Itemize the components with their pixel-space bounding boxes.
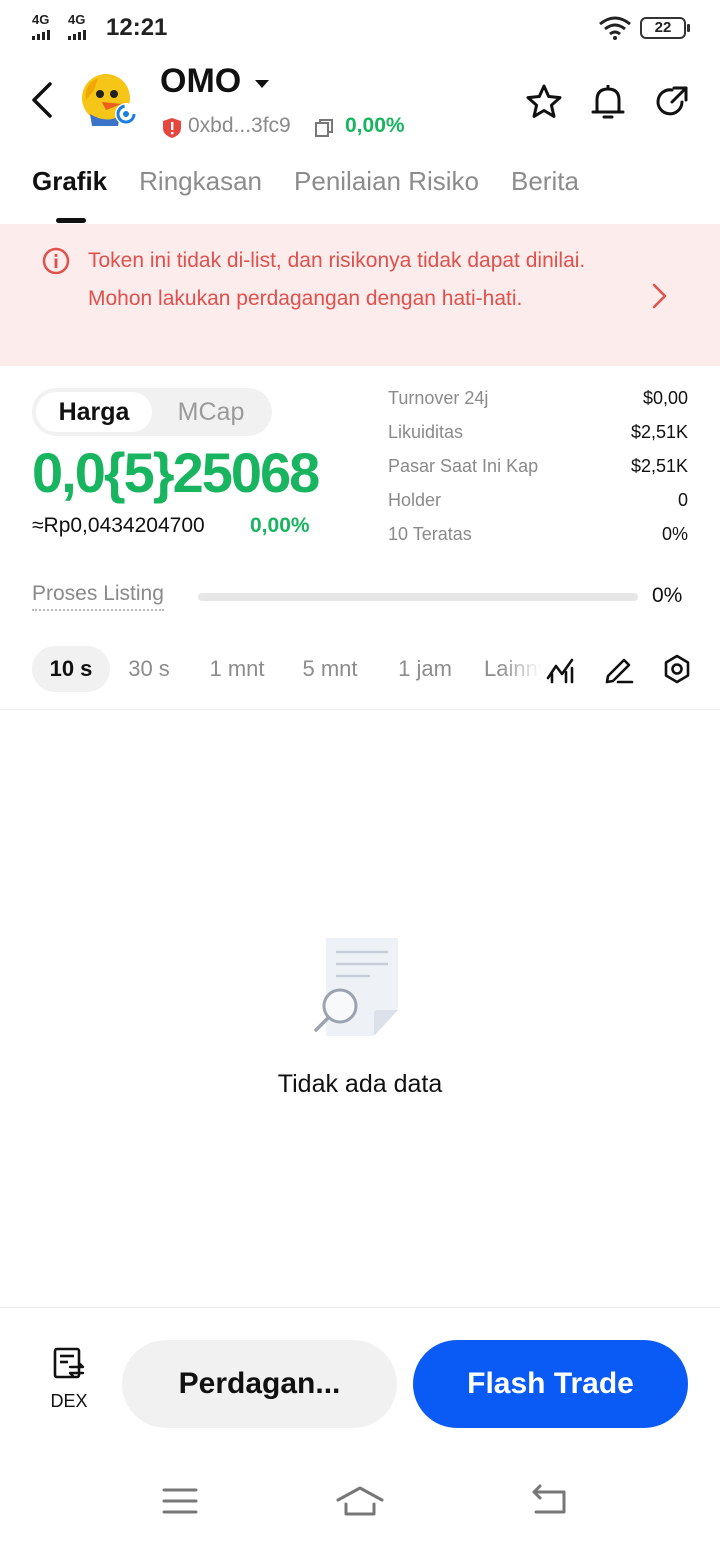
timeframe-1jam[interactable]: 1 jam (382, 646, 468, 692)
wifi-icon (599, 16, 631, 40)
listing-progress-label[interactable]: Proses Listing (32, 582, 164, 611)
dex-button[interactable]: DEX (36, 1346, 102, 1422)
price-change: 0,00% (250, 514, 310, 537)
tab-penilaian-risiko[interactable]: Penilaian Risiko (294, 166, 479, 197)
current-price: 0,0{5}25068 (32, 441, 320, 504)
star-icon[interactable] (524, 82, 564, 122)
timeframe-10s[interactable]: 10 s (32, 646, 110, 692)
signal-bars-icon (68, 30, 86, 40)
share-icon[interactable] (652, 82, 692, 122)
stat-row: Likuiditas $2,51K (388, 418, 688, 452)
stat-row: Holder 0 (388, 486, 688, 520)
empty-state-text: Tidak ada data (277, 1070, 443, 1098)
timeframe-30s[interactable]: 30 s (114, 646, 184, 692)
bottom-divider (0, 1307, 720, 1308)
network-type-1: 4G (32, 12, 50, 27)
home-icon[interactable] (336, 1476, 384, 1526)
warning-text: Token ini tidak di-list, dan risikonya t… (88, 249, 586, 310)
stat-value: 0% (661, 524, 688, 544)
listing-progress-bar (198, 593, 638, 601)
stat-value: $2,51K (630, 422, 688, 442)
stat-value: 0 (677, 490, 688, 510)
shield-icon[interactable] (162, 117, 182, 139)
stat-value: $0,00 (642, 388, 688, 408)
toggle-harga[interactable]: Harga (36, 392, 152, 432)
tab-grafik[interactable]: Grafik (32, 166, 107, 197)
token-detail-page: 4G 4G 12:21 22 OMO 0xbd...3fc9 0,00% Gra… (0, 0, 720, 1544)
stat-label: Likuiditas (388, 422, 464, 442)
stat-row: Pasar Saat Ini Kap $2,51K (388, 452, 688, 486)
timeframe-5mnt[interactable]: 5 mnt (288, 646, 372, 692)
flash-trade-button[interactable]: Flash Trade (413, 1340, 688, 1428)
back-icon[interactable] (26, 78, 62, 122)
indicator-icon[interactable] (544, 652, 578, 686)
tab-ringkasan[interactable]: Ringkasan (139, 166, 262, 197)
network-type-2: 4G (68, 12, 86, 27)
tab-bar: Grafik Ringkasan Penilaian Risiko Berita (32, 166, 579, 197)
stat-value: $2,51K (630, 456, 688, 476)
contract-address: 0xbd...3fc9 (188, 114, 291, 137)
info-icon (42, 247, 70, 275)
section-divider (0, 709, 720, 710)
token-logo-icon (82, 74, 137, 126)
token-name[interactable]: OMO (160, 62, 241, 101)
stat-label: 10 Teratas (388, 524, 472, 544)
back-nav-icon[interactable] (526, 1476, 574, 1526)
copy-icon[interactable] (314, 118, 334, 138)
signal-bars-icon (32, 30, 50, 40)
stat-row: Turnover 24j $0,00 (388, 384, 688, 418)
menu-icon[interactable] (156, 1476, 204, 1526)
toggle-mcap[interactable]: MCap (156, 392, 266, 432)
dex-icon (53, 1347, 85, 1379)
price-change-header: 0,00% (345, 114, 405, 137)
settings-icon[interactable] (660, 652, 694, 686)
draw-icon[interactable] (602, 652, 636, 686)
stat-row: 10 Teratas 0% (388, 520, 688, 554)
token-stats: Turnover 24j $0,00 Likuiditas $2,51K Pas… (388, 384, 688, 554)
status-bar: 4G 4G 12:21 22 (0, 0, 720, 56)
listing-progress-percent: 0% (652, 584, 683, 607)
stat-label: Holder (388, 490, 442, 510)
bell-icon[interactable] (588, 82, 628, 122)
active-tab-indicator (56, 218, 86, 223)
price-mcap-toggle: Harga MCap (32, 388, 272, 436)
stat-label: Turnover 24j (388, 388, 489, 408)
chevron-down-icon[interactable] (254, 78, 270, 90)
stat-label: Pasar Saat Ini Kap (388, 456, 539, 476)
chevron-right-icon (652, 283, 667, 309)
no-data-icon (314, 938, 398, 1036)
tab-berita[interactable]: Berita (511, 166, 579, 197)
risk-warning-banner[interactable]: Token ini tidak di-list, dan risikonya t… (0, 224, 720, 366)
timeframe-1mnt[interactable]: 1 mnt (192, 646, 282, 692)
battery-indicator: 22 (640, 17, 690, 39)
trade-button[interactable]: Perdagan... (122, 1340, 397, 1428)
dex-label: DEX (50, 1391, 88, 1411)
price-idr: ≈Rp0,0434204700 (32, 514, 205, 537)
status-time: 12:21 (106, 14, 168, 41)
